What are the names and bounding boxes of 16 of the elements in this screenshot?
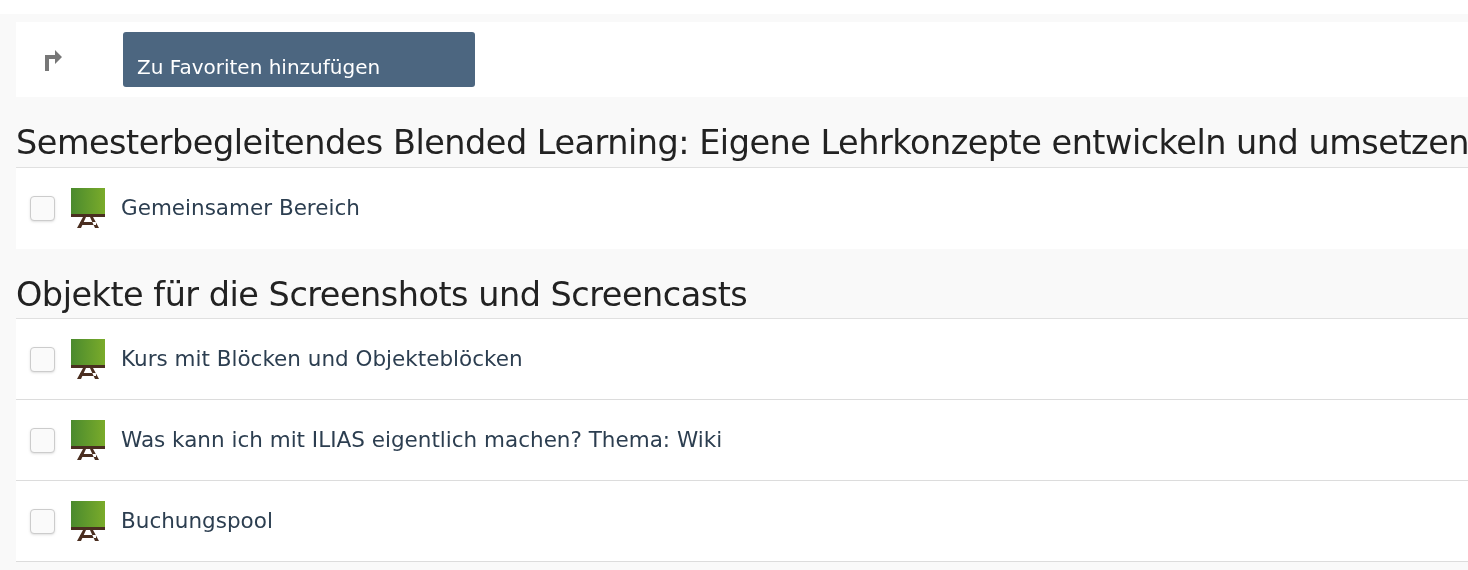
- item-link[interactable]: Kurs mit Blöcken und Objekteblöcken: [121, 342, 523, 376]
- item-link[interactable]: Gemeinsamer Bereich: [121, 191, 360, 225]
- course-icon: [71, 501, 105, 542]
- item-link[interactable]: Was kann ich mit ILIAS eigentlich machen? Thema: Wiki: [121, 423, 723, 457]
- checkbox[interactable]: [30, 508, 55, 534]
- course-icon: [71, 339, 105, 380]
- section-heading: Objekte für die Screenshots und Screencasts: [16, 273, 749, 316]
- arrow-icon: [43, 48, 63, 71]
- course-icon: [71, 188, 105, 229]
- add-favorites-button[interactable]: Zu Favoriten hinzufügen: [123, 32, 475, 87]
- checkbox[interactable]: [30, 427, 55, 453]
- section-heading: Semesterbegleitendes Blended Learning: Eigene Lehrkonzepte entwickeln und umsetzen: [16, 122, 1468, 164]
- checkbox[interactable]: [30, 195, 55, 221]
- course-icon: [71, 420, 105, 461]
- checkbox[interactable]: [30, 346, 55, 372]
- item-link[interactable]: Buchungspool: [121, 504, 273, 538]
